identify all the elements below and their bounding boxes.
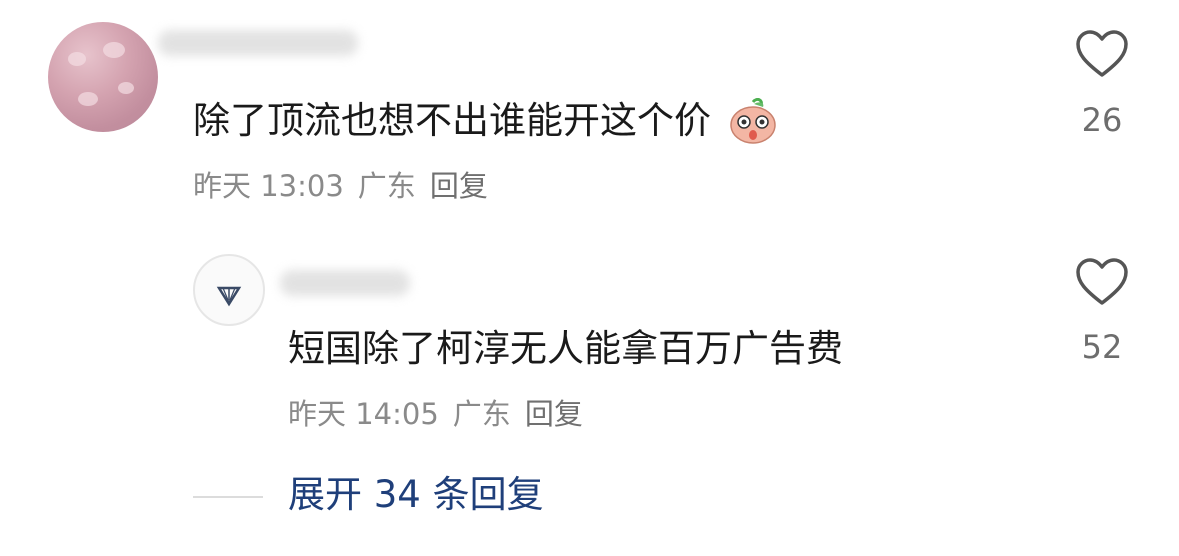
username-blurred[interactable] xyxy=(280,270,410,296)
comment-text: 除了顶流也想不出谁能开这个价 xyxy=(193,98,779,144)
like-count: 52 xyxy=(1081,328,1123,366)
reply-text: 短国除了柯淳无人能拿百万广告费 xyxy=(288,327,843,370)
comment-location: 广东 xyxy=(357,169,416,203)
divider-line xyxy=(193,496,263,498)
comment-meta: 昨天 13:03 广东 回复 xyxy=(193,168,502,204)
surprised-face-emoji xyxy=(730,98,776,144)
comment-time: 昨天 13:03 xyxy=(193,169,344,203)
reply-button[interactable]: 回复 xyxy=(525,397,583,431)
avatar-graphic-icon xyxy=(216,286,242,307)
reply-meta: 昨天 14:05 广东 回复 xyxy=(288,396,597,432)
reply-button[interactable]: 回复 xyxy=(430,169,488,203)
comment-body: 除了顶流也想不出谁能开这个价 xyxy=(193,99,711,142)
heart-outline-icon[interactable] xyxy=(1075,30,1129,78)
avatar[interactable] xyxy=(193,254,265,326)
like-count: 26 xyxy=(1081,101,1123,139)
avatar[interactable] xyxy=(48,22,158,132)
expand-replies-button[interactable]: 展开 34 条回复 xyxy=(288,472,544,518)
reply-location: 广东 xyxy=(452,397,511,431)
username-blurred[interactable] xyxy=(158,30,358,56)
reply-time: 昨天 14:05 xyxy=(288,397,439,431)
heart-outline-icon[interactable] xyxy=(1075,258,1129,306)
